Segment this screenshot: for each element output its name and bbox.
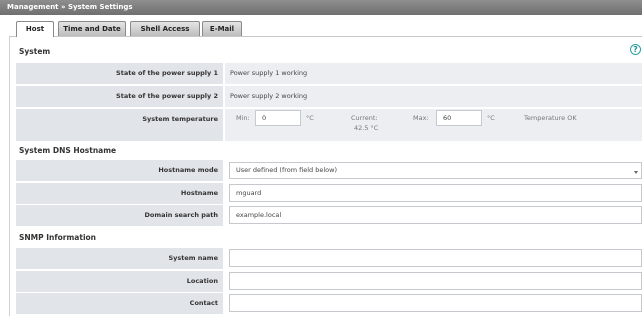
breadcrumb: Management » System Settings <box>0 0 642 15</box>
system-name-input[interactable] <box>229 249 642 267</box>
tab-shell-access[interactable]: Shell Access <box>130 21 200 36</box>
power-supply-2-value: Power supply 2 working <box>225 86 642 107</box>
location-label: Location <box>16 271 223 292</box>
temp-min-label: Min: <box>236 114 250 122</box>
temp-current-value: 42.5 °C <box>354 124 379 132</box>
system-temperature-label: System temperature <box>16 109 223 141</box>
hostname-mode-value: User defined (from field below) <box>236 166 337 174</box>
panel-border <box>9 37 10 316</box>
contact-input[interactable] <box>229 294 642 312</box>
power-supply-2-label: State of the power supply 2 <box>16 86 223 107</box>
power-supply-1-label: State of the power supply 1 <box>16 63 223 84</box>
chevron-down-icon <box>634 171 638 174</box>
breadcrumb-current: System Settings <box>67 3 133 11</box>
hostname-input[interactable] <box>229 184 642 202</box>
power-supply-1-value: Power supply 1 working <box>225 63 642 84</box>
section-title-dns: System DNS Hostname <box>19 146 117 155</box>
tab-host[interactable]: Host <box>16 21 54 37</box>
hostname-mode-label: Hostname mode <box>16 160 223 181</box>
temp-min-input[interactable] <box>255 110 301 126</box>
temp-min-unit: °C <box>306 114 314 122</box>
breadcrumb-separator: » <box>60 3 66 11</box>
tab-time-and-date[interactable]: Time and Date <box>58 21 126 36</box>
temp-max-unit: °C <box>487 114 495 122</box>
temperature-status: Temperature OK <box>524 114 577 122</box>
hostname-label: Hostname <box>16 183 223 204</box>
location-input[interactable] <box>229 272 642 290</box>
temp-max-input[interactable] <box>436 110 482 126</box>
tab-email[interactable]: E-Mail <box>202 21 242 36</box>
domain-search-path-input[interactable] <box>229 206 642 224</box>
contact-label: Contact <box>16 293 223 314</box>
system-name-label: System name <box>16 248 223 269</box>
hostname-mode-select[interactable]: User defined (from field below) <box>229 162 642 179</box>
help-icon[interactable]: ? <box>630 44 641 55</box>
section-title-system: System <box>19 47 51 56</box>
temp-current-label: Current: <box>351 114 378 122</box>
temp-max-label: Max: <box>413 114 429 122</box>
tab-underline <box>9 36 642 37</box>
domain-search-path-label: Domain search path <box>16 205 223 226</box>
breadcrumb-parent[interactable]: Management <box>7 3 59 11</box>
section-title-snmp: SNMP Information <box>19 233 97 242</box>
